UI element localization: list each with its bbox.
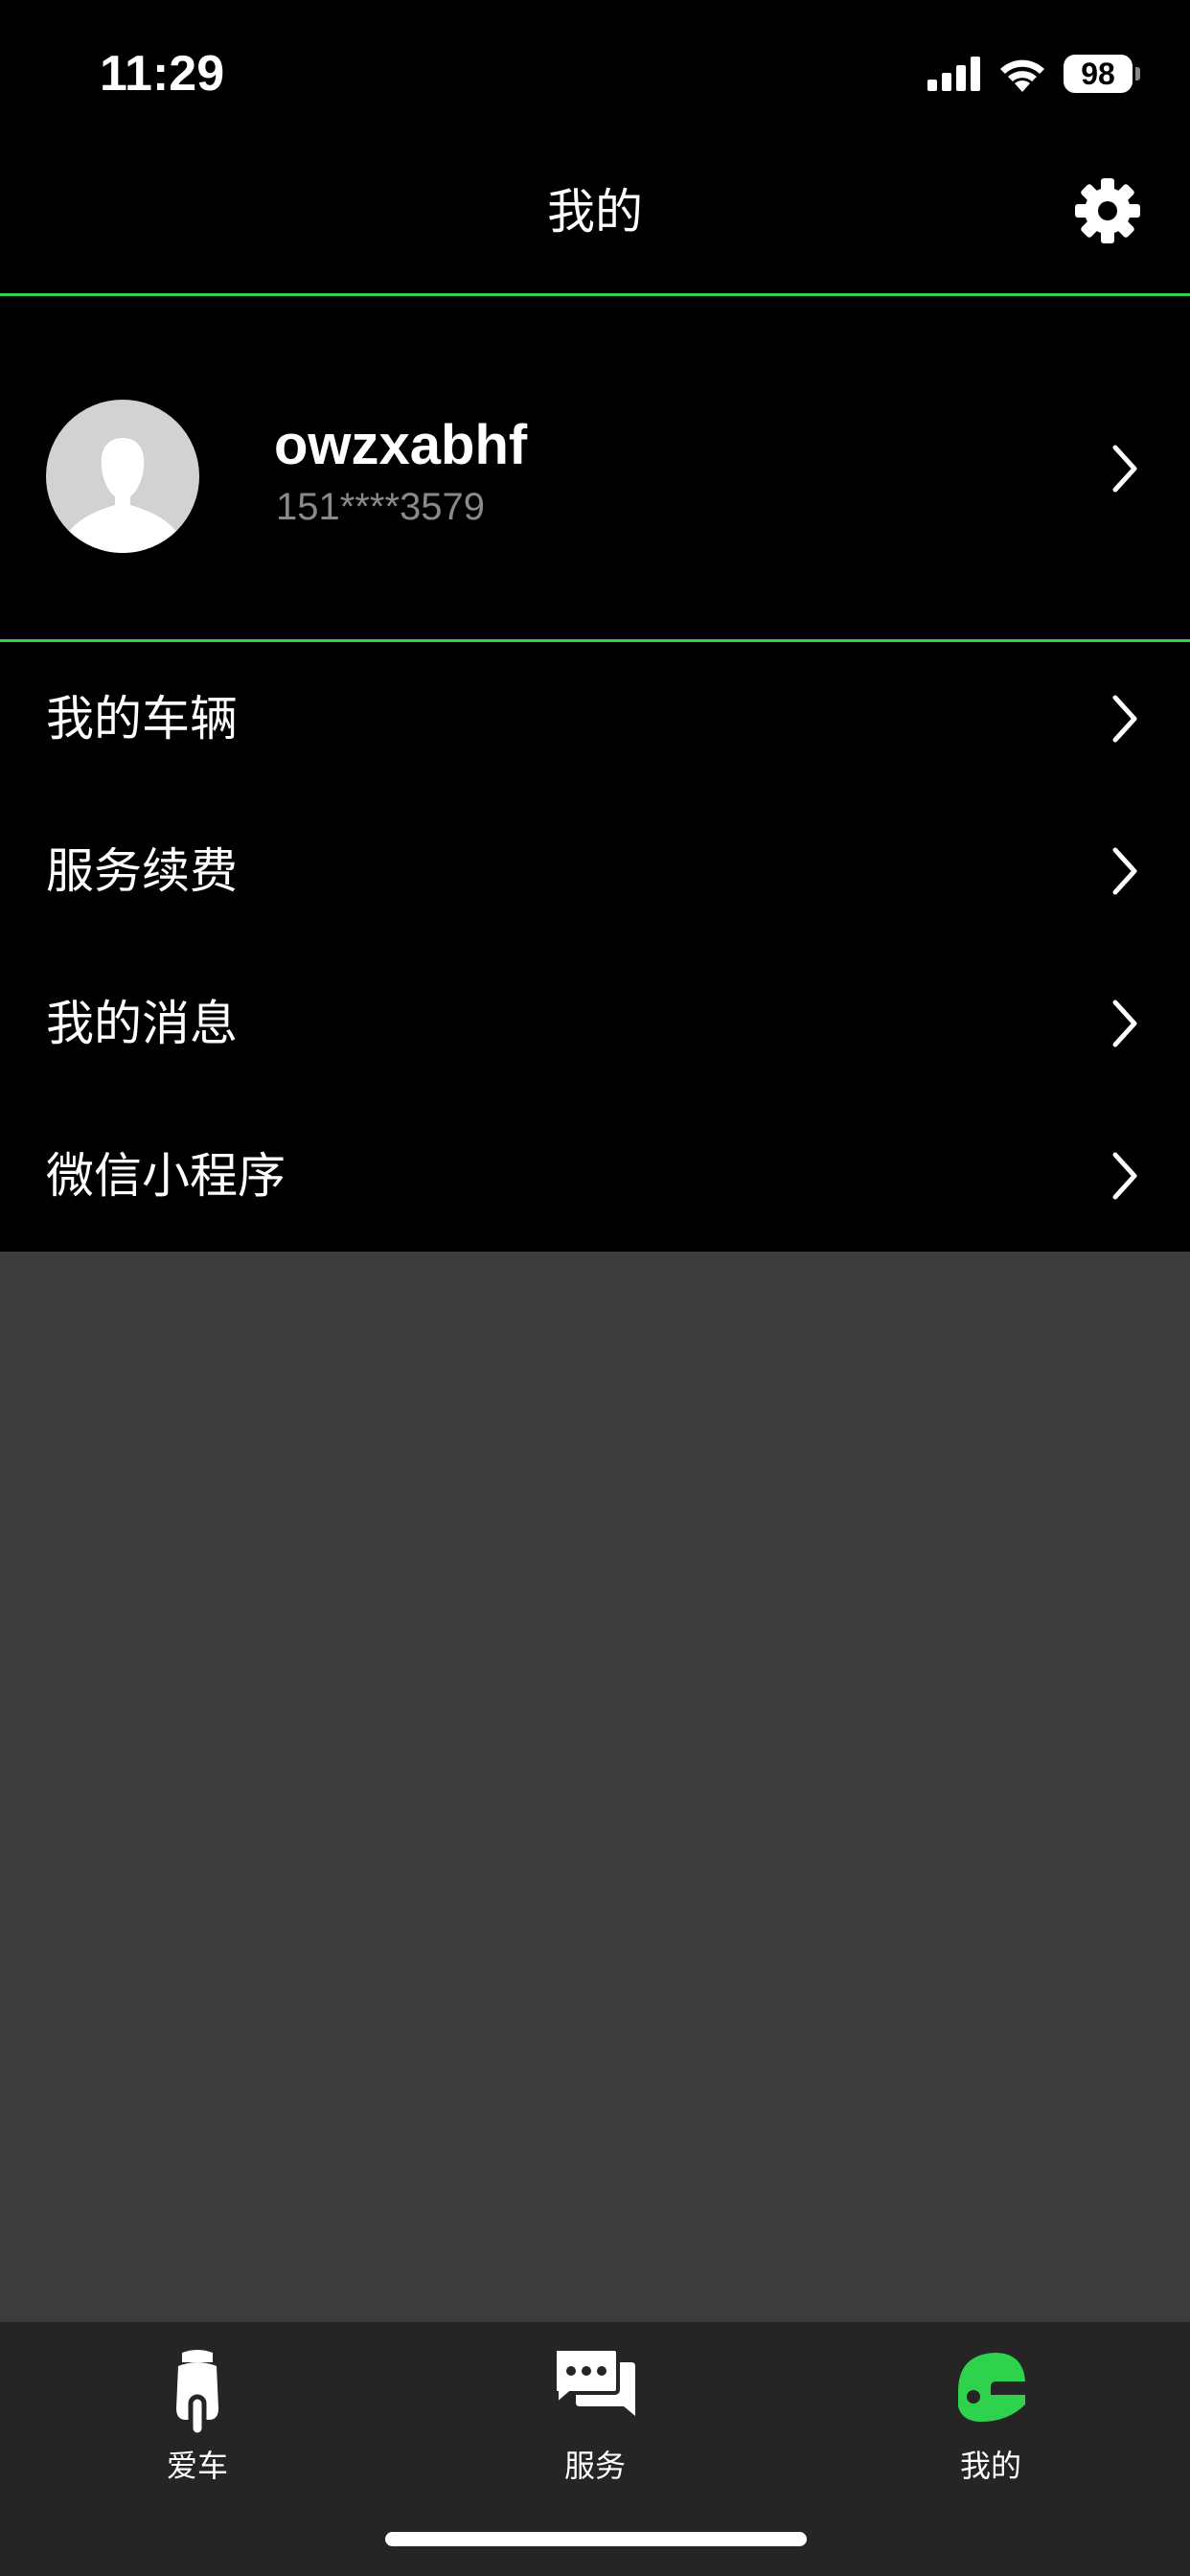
tab-my-car[interactable]: 爱车: [82, 2349, 312, 2493]
tab-label: 爱车: [166, 2448, 228, 2484]
avatar[interactable]: [46, 400, 199, 553]
tab-service[interactable]: 服务: [480, 2349, 710, 2493]
menu-item-label: 微信小程序: [46, 1148, 286, 1204]
settings-button[interactable]: [1069, 172, 1146, 249]
chat-bubbles-icon: [555, 2349, 635, 2416]
gear-icon: [1075, 178, 1140, 243]
cellular-signal-icon: [927, 57, 980, 91]
profile-username: owzxabhf: [274, 414, 528, 476]
tab-label: 我的: [959, 2448, 1021, 2484]
page-title: 我的: [547, 184, 643, 240]
chevron-right-icon: [1112, 847, 1137, 895]
menu-item-my-messages[interactable]: 我的消息: [0, 947, 1190, 1099]
menu-item-service-renewal[interactable]: 服务续费: [0, 794, 1190, 947]
menu-item-label: 服务续费: [46, 843, 238, 899]
status-bar: 11:29 98: [0, 0, 1190, 144]
status-time: 11:29: [100, 46, 225, 102]
menu-item-label: 我的车辆: [46, 691, 238, 747]
helmet-icon: [958, 2353, 1025, 2422]
profile-phone: 151****3579: [276, 486, 485, 528]
wifi-icon: [1000, 59, 1044, 92]
navigation-bar: 我的: [0, 144, 1190, 296]
menu-list: 我的车辆 服务续费 我的消息 微信小程序: [0, 642, 1190, 1252]
status-icons: 98: [927, 50, 1140, 98]
chevron-right-icon: [1112, 1152, 1137, 1200]
tab-bar: 爱车 服务 我的: [0, 2322, 1190, 2576]
menu-item-my-vehicles[interactable]: 我的车辆: [0, 642, 1190, 794]
battery-level: 98: [1081, 57, 1115, 91]
tab-label: 服务: [563, 2448, 626, 2484]
chevron-right-icon: [1112, 1000, 1137, 1047]
profile-card[interactable]: owzxabhf 151****3579: [0, 296, 1190, 642]
default-avatar-icon: [67, 438, 178, 553]
battery-icon: 98: [1064, 55, 1140, 93]
menu-item-label: 我的消息: [46, 996, 238, 1051]
scooter-icon: [176, 2350, 218, 2437]
chevron-right-icon: [1112, 695, 1137, 743]
chevron-right-icon: [1112, 445, 1137, 493]
home-indicator[interactable]: [385, 2532, 807, 2546]
menu-item-wechat-mini-program[interactable]: 微信小程序: [0, 1099, 1190, 1252]
tab-mine[interactable]: 我的: [876, 2349, 1106, 2493]
